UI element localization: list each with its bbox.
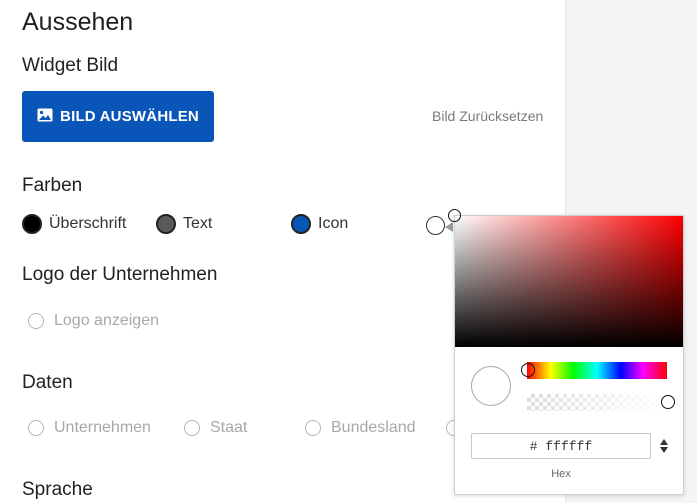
radio-button[interactable] [28,313,44,329]
data-heading: Daten [22,372,73,393]
select-image-button[interactable]: BILD AUSWÄHLEN [22,91,214,142]
hex-label: Hex [551,468,571,480]
chevron-up-icon [660,439,668,445]
saturation-area[interactable] [448,209,683,347]
heading-color-swatch [22,214,42,234]
mode-toggle-icon[interactable] [658,435,670,457]
chevron-down-icon [660,447,668,453]
show-logo-option[interactable]: Logo anzeigen [28,312,159,330]
radio-button[interactable] [305,420,321,436]
colors-heading: Farben [22,175,83,196]
radio-label: Unternehmen [54,419,151,436]
radio-button[interactable] [184,420,200,436]
radio-label: Logo anzeigen [54,312,159,329]
language-heading: Sprache [22,479,93,500]
hue-handle[interactable] [521,363,535,377]
saturation-handle[interactable] [448,209,461,222]
color-option-icon[interactable]: Icon [291,214,348,234]
image-icon [37,108,53,126]
data-option-state[interactable]: Staat [184,419,247,437]
radio-label: Bundesland [331,419,416,436]
alpha-handle[interactable] [661,395,675,409]
reset-image-link[interactable]: Bild Zurücksetzen [432,108,543,124]
alpha-slider[interactable] [527,394,675,411]
color-option-label: Text [183,215,213,232]
hex-input[interactable] [471,433,651,459]
icon-color-swatch [291,214,311,234]
text-color-swatch [156,214,176,234]
color-preview [471,366,511,406]
alpha-gradient [527,394,667,411]
radio-button[interactable] [28,420,44,436]
data-option-company[interactable]: Unternehmen [28,419,151,437]
data-option-federal-state[interactable]: Bundesland [305,419,416,437]
color-picker-popover: Hex [448,209,684,495]
hue-slider[interactable] [521,362,667,379]
picker-trigger-swatch[interactable] [426,216,445,235]
popover-caret [445,222,453,232]
color-option-heading[interactable]: Überschrift [22,214,126,234]
color-option-label: Icon [318,215,349,232]
radio-label: Staat [210,419,248,436]
color-option-text[interactable]: Text [156,214,212,234]
color-option-label: Überschrift [49,215,127,232]
widget-image-heading: Widget Bild [22,55,119,76]
logo-heading: Logo der Unternehmen [22,264,218,285]
select-image-label: BILD AUSWÄHLEN [60,108,199,125]
section-title: Aussehen [22,8,134,36]
